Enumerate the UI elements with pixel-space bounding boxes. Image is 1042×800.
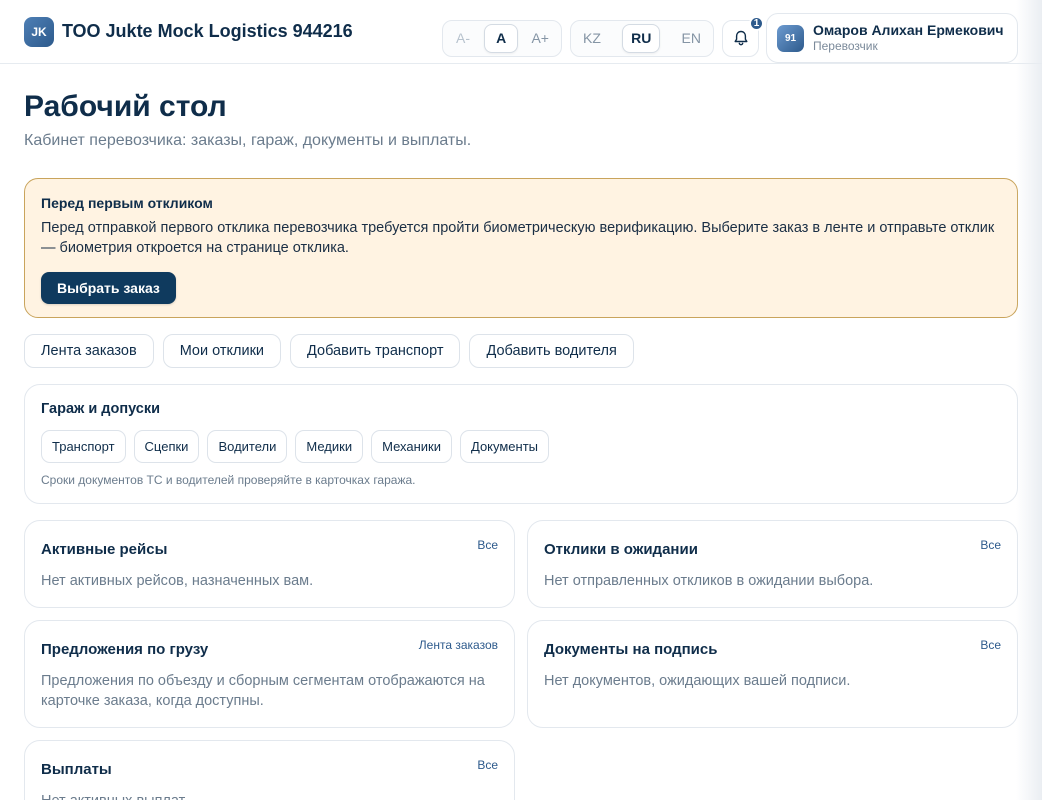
garage-title: Гараж и допуски: [41, 401, 161, 417]
page-subtitle: Кабинет перевозчика: заказы, гараж, доку…: [24, 132, 472, 149]
choose-order-button[interactable]: Выбрать заказ: [41, 272, 176, 304]
page: JK ТОО Jukte Mock Logistics 944216 A- A …: [0, 0, 1042, 800]
user-menu[interactable]: 91 Омаров Алихан Ермекович Перевозчик: [766, 13, 1018, 63]
tile-text: Нет активных выплат.: [41, 791, 498, 800]
page-title: Рабочий стол: [24, 90, 227, 123]
lang-en-button[interactable]: EN: [673, 24, 710, 53]
font-increase-button[interactable]: A+: [522, 24, 558, 53]
alert-title: Перед первым откликом: [41, 195, 213, 211]
payouts-card: Выплаты Все Нет активных выплат.: [24, 740, 515, 800]
company-logo: JK: [24, 16, 54, 47]
user-info: Омаров Алихан Ермекович Перевозчик: [813, 22, 1004, 53]
orders-feed-link[interactable]: Лента заказов: [419, 638, 498, 652]
tile-text: Нет документов, ожидающих вашей подписи.: [544, 673, 851, 689]
tile-text: Нет активных рейсов, назначенных вам.: [41, 573, 314, 589]
topbar: JK ТОО Jukte Mock Logistics 944216 A- A …: [0, 0, 1042, 64]
brand[interactable]: JK ТОО Jukte Mock Logistics 944216: [24, 16, 353, 47]
user-role: Перевозчик: [813, 39, 878, 54]
notifications-badge: 1: [749, 15, 764, 31]
font-size-switcher: A- A A+: [442, 19, 562, 57]
tile-text: Нет отправленных откликов в ожидании выб…: [544, 573, 874, 589]
lang-ru-button[interactable]: RU: [622, 23, 661, 53]
font-decrease-button[interactable]: A-: [446, 24, 480, 53]
active-trips-card: Активные рейсы Все Нет активных рейсов, …: [24, 520, 515, 608]
company-name: ТОО Jukte Mock Logistics 944216: [62, 21, 353, 41]
avatar: 91: [777, 24, 804, 52]
view-all-link[interactable]: Все: [980, 638, 1001, 652]
pending-responses-card: Отклики в ожидании Все Нет отправленных …: [527, 520, 1018, 608]
cargo-offers-card: Предложения по грузу Лента заказов Предл…: [24, 620, 515, 728]
chip-documents[interactable]: Документы: [460, 430, 550, 463]
documents-to-sign-card: Документы на подпись Все Нет документов,…: [527, 620, 1018, 728]
view-all-link[interactable]: Все: [980, 538, 1001, 552]
notifications-button[interactable]: 1: [722, 15, 764, 57]
tile-title: Выплаты: [41, 761, 112, 778]
chip-mechanics[interactable]: Механики: [371, 430, 452, 463]
lang-kz-button[interactable]: KZ: [574, 24, 610, 53]
language-switcher: KZ RU EN: [570, 19, 714, 57]
chip-drivers[interactable]: Водители: [207, 430, 288, 463]
orders-feed-button[interactable]: Лента заказов: [24, 334, 154, 368]
tile-title: Активные рейсы: [41, 541, 168, 558]
add-driver-button[interactable]: Добавить водителя: [469, 334, 634, 368]
garage-card: Гараж и допуски Транспорт Сцепки Водител…: [24, 384, 1018, 504]
main-content: Рабочий стол Кабинет перевозчика: заказы…: [0, 90, 1042, 800]
dashboard-grid: Активные рейсы Все Нет активных рейсов, …: [24, 520, 1018, 800]
header-controls: A- A A+ KZ RU EN 1 91 Омаров Алихан Ерме…: [442, 13, 1018, 63]
quick-actions: Лента заказов Мои отклики Добавить транс…: [24, 334, 1018, 368]
view-all-link[interactable]: Все: [477, 538, 498, 552]
chip-trailers[interactable]: Сцепки: [133, 430, 200, 463]
view-all-link[interactable]: Все: [477, 758, 498, 772]
user-name: Омаров Алихан Ермекович: [813, 22, 1004, 39]
chip-vehicles[interactable]: Транспорт: [41, 430, 126, 463]
tile-title: Отклики в ожидании: [544, 541, 698, 558]
garage-chips: Транспорт Сцепки Водители Медики Механик…: [41, 430, 1001, 463]
chip-medics[interactable]: Медики: [295, 430, 364, 463]
tile-title: Предложения по грузу: [41, 641, 209, 658]
bell-icon: [734, 30, 747, 45]
tile-text: Предложения по объезду и сборным сегмент…: [41, 673, 485, 709]
font-normal-button[interactable]: A: [484, 23, 519, 53]
garage-note: Сроки документов ТС и водителей проверяй…: [41, 473, 416, 487]
add-vehicle-button[interactable]: Добавить транспорт: [290, 334, 461, 368]
tile-title: Документы на подпись: [544, 641, 718, 658]
alert-text: Перед отправкой первого отклика перевозч…: [41, 220, 995, 256]
biometric-alert: Перед первым откликом Перед отправкой пе…: [24, 178, 1018, 318]
my-responses-button[interactable]: Мои отклики: [162, 334, 282, 368]
